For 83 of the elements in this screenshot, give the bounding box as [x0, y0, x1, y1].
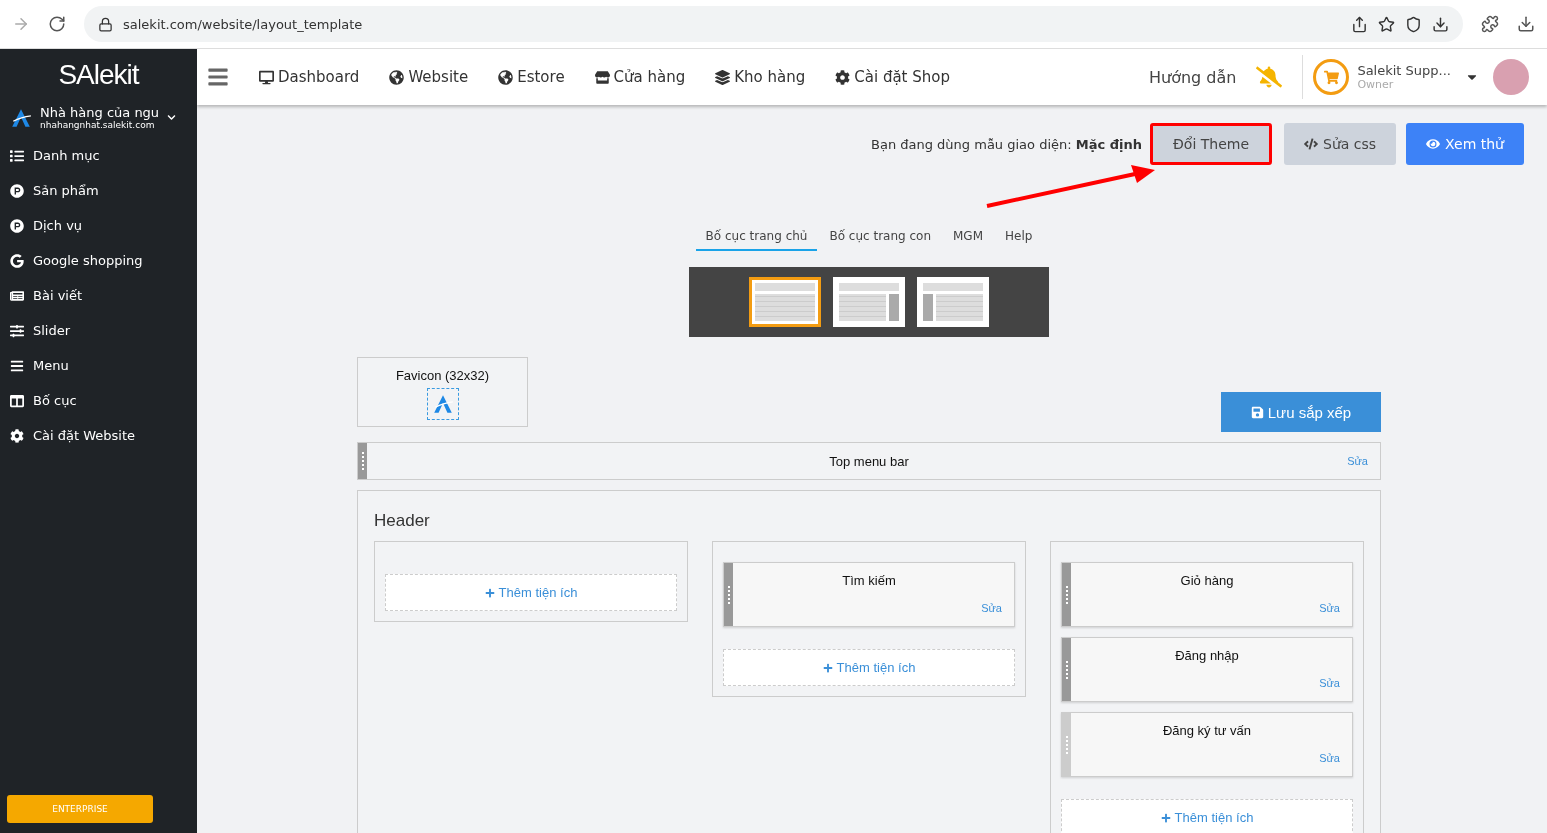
url-text: salekit.com/website/layout_template — [123, 16, 363, 32]
favicon-label: Favicon (32x32) — [395, 368, 490, 383]
cart-avatar-icon — [1313, 59, 1350, 95]
sidebar-item[interactable]: Bố cục — [0, 383, 197, 418]
sidebar-item[interactable]: Dịch vụ — [0, 208, 197, 243]
shop-name: Nhà hàng của ngu — [40, 105, 160, 120]
add-widget-button[interactable]: Thêm tiện ích — [385, 574, 677, 611]
newspaper-icon — [10, 288, 24, 303]
list-icon — [10, 148, 24, 163]
settings-icon — [835, 69, 851, 85]
preview-button[interactable]: Xem thử — [1406, 123, 1524, 165]
plus-icon — [1160, 812, 1171, 823]
menu-icon[interactable] — [207, 66, 229, 88]
drag-handle[interactable] — [1062, 713, 1071, 776]
address-bar[interactable]: salekit.com/website/layout_template — [84, 6, 1463, 42]
nav-link[interactable]: Website — [389, 68, 469, 86]
widget-label: Tìm kiếm — [842, 573, 896, 590]
sliders-icon — [10, 323, 24, 338]
logo-icon — [431, 393, 454, 415]
eye-icon — [1426, 137, 1441, 151]
nav-link[interactable]: Dashboard — [259, 68, 360, 86]
plan-badge: ENTERPRISE — [7, 795, 153, 823]
code-icon — [1304, 137, 1318, 151]
lock-icon — [98, 16, 113, 32]
sidebar-item[interactable]: Cài đặt Website — [0, 418, 197, 453]
globe-icon — [389, 69, 405, 85]
plus-icon — [484, 587, 495, 598]
user-role: Owner — [1357, 78, 1395, 91]
favicon-image[interactable] — [426, 388, 459, 420]
theme-status-text: Bạn đang dùng mẫu giao diện: Mặc định — [871, 136, 1142, 152]
drag-handle[interactable] — [358, 443, 367, 479]
section-title: Header — [374, 511, 431, 531]
widget-label: Giỏ hàng — [1180, 573, 1234, 590]
monitor-icon — [259, 69, 274, 85]
sidebar-item[interactable]: Google shopping — [0, 243, 197, 278]
globe-icon — [498, 69, 514, 85]
widget-label: Đăng ký tư vấn — [1162, 723, 1252, 740]
reload-icon[interactable] — [48, 15, 66, 33]
edit-css-button[interactable]: Sửa css — [1284, 123, 1397, 165]
change-theme-button[interactable]: Đổi Theme — [1149, 123, 1272, 165]
tab[interactable]: MGM — [943, 225, 994, 251]
sidebar-item[interactable]: Danh mục — [0, 138, 197, 173]
block-label: Top menu bar — [829, 453, 909, 469]
help-link[interactable]: Hướng dẫn — [1148, 67, 1237, 87]
sidebar-item[interactable]: Sản phẩm — [0, 173, 197, 208]
settings-icon — [10, 428, 24, 443]
bell-off-icon[interactable] — [1256, 64, 1283, 90]
download-icon[interactable] — [1517, 15, 1535, 33]
add-widget-button[interactable]: Thêm tiện ích — [723, 649, 1015, 686]
add-widget-button[interactable]: Thêm tiện ích — [1061, 799, 1353, 833]
columns-icon — [10, 393, 24, 408]
widget-label: Đăng nhập — [1175, 648, 1239, 665]
sidebar-item[interactable]: Menu — [0, 348, 197, 383]
drag-handle[interactable] — [1062, 563, 1071, 626]
tab[interactable]: Bố cục trang con — [819, 225, 941, 251]
nav-link[interactable]: Cài đặt Shop — [835, 68, 950, 86]
layers-icon — [715, 69, 731, 85]
tab[interactable]: Bố cục trang chủ — [695, 225, 818, 251]
nav-link[interactable]: Estore — [498, 68, 565, 86]
logo: SAlekit — [58, 58, 139, 92]
avatar-photo[interactable] — [1493, 59, 1529, 95]
nav-link[interactable]: Cửa hàng — [594, 68, 686, 86]
forward-icon[interactable] — [12, 15, 30, 33]
layout-thumbnail[interactable] — [749, 277, 821, 327]
shield-icon[interactable] — [1405, 15, 1422, 33]
nav-link[interactable]: Kho hàng — [715, 68, 806, 86]
sidebar-item[interactable]: Bài viết — [0, 278, 197, 313]
download-icon[interactable] — [1432, 15, 1449, 33]
plus-icon — [822, 662, 833, 673]
drag-handle[interactable] — [724, 563, 733, 626]
star-icon[interactable] — [1378, 15, 1395, 33]
shop-domain: nhahangnhat.salekit.com — [40, 120, 156, 130]
save-icon — [1250, 405, 1264, 419]
store-icon — [594, 69, 610, 85]
share-icon[interactable] — [1351, 15, 1368, 33]
google-g-icon — [10, 253, 24, 268]
user-name: Salekit Supp... — [1357, 63, 1451, 78]
tab[interactable]: Help — [995, 225, 1043, 251]
puzzle-icon[interactable] — [1481, 15, 1499, 33]
drag-handle[interactable] — [1062, 638, 1071, 701]
menu-icon — [10, 358, 24, 373]
sidebar-item[interactable]: Slider — [0, 313, 197, 348]
chevron-icon[interactable] — [167, 113, 177, 122]
